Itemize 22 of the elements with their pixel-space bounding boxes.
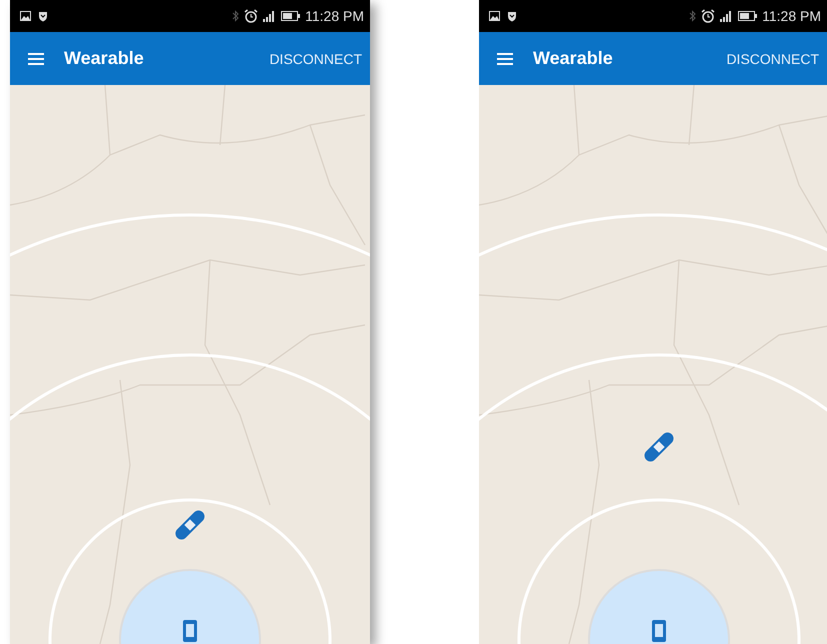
smartphone-icon xyxy=(652,620,666,642)
alarm-clock-icon xyxy=(701,9,716,23)
smartphone-icon xyxy=(183,620,197,642)
battery-icon xyxy=(281,11,300,21)
image-icon xyxy=(20,11,31,21)
signal-icon xyxy=(263,10,276,22)
shield-icon xyxy=(38,10,48,22)
bluetooth-icon xyxy=(232,10,240,22)
bluetooth-icon xyxy=(689,10,696,22)
disconnect-button[interactable]: DISCONNECT xyxy=(724,46,821,70)
image-icon xyxy=(489,11,500,21)
app-title: Wearable xyxy=(64,48,145,69)
battery-icon xyxy=(738,11,758,21)
menu-icon xyxy=(28,52,44,64)
app-title: Wearable xyxy=(533,48,614,69)
signal-icon xyxy=(720,10,734,22)
clock-time: 11:28 PM xyxy=(305,8,364,24)
clock-time: 11:28 PM xyxy=(762,8,821,24)
alarm-clock-icon xyxy=(244,9,258,23)
menu-icon xyxy=(497,52,513,64)
shield-icon xyxy=(507,10,517,22)
disconnect-button[interactable]: DISCONNECT xyxy=(267,46,364,70)
